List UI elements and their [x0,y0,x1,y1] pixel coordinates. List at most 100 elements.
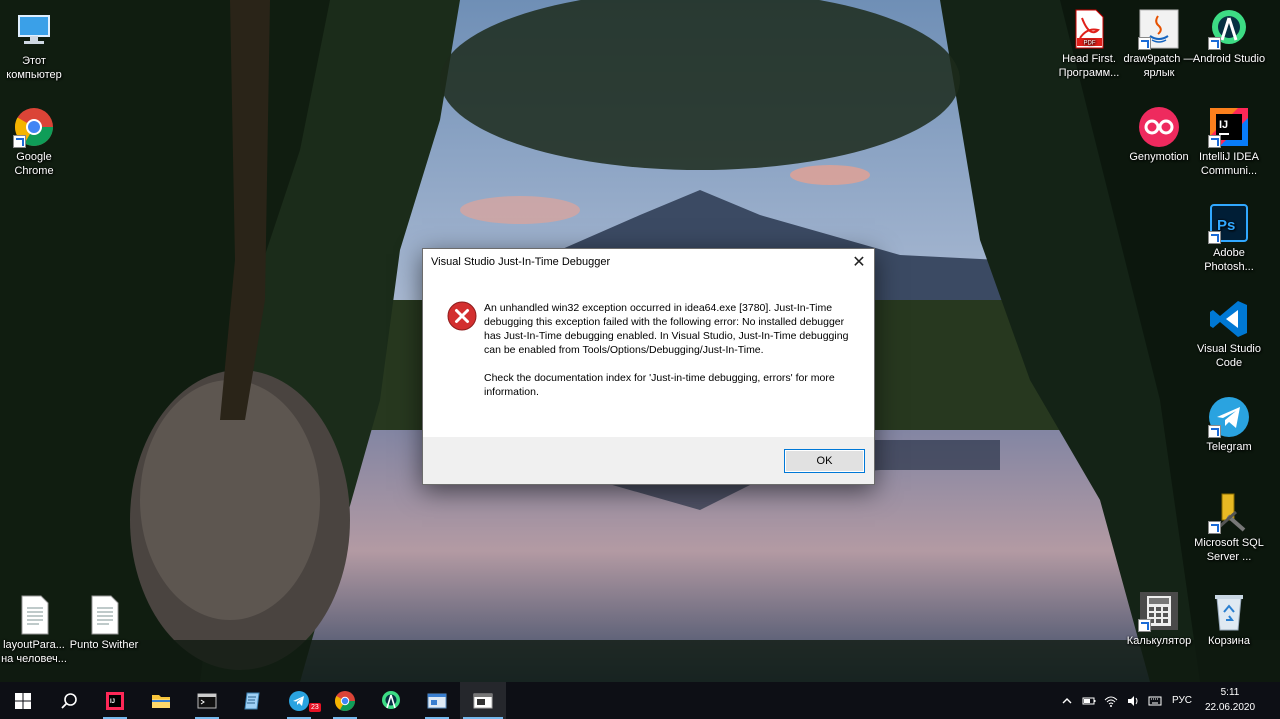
desktop-icon-label: draw9patch — ярлык [1123,53,1195,79]
dialog-body: An unhandled win32 exception occurred in… [423,277,874,437]
this-pc-icon [13,10,55,52]
chrome-icon [335,690,355,711]
desktop-icon-label: Punto Swither [69,639,139,651]
photoshop-icon: Ps [1208,202,1250,244]
jit-debugger-dialog: Visual Studio Just-In-Time Debugger ✕ An… [422,248,875,485]
desktop-icon-head-first-pdf[interactable]: PDF Head First. Программ... [1051,8,1127,80]
shortcut-arrow-icon [1208,425,1221,438]
taskbar-jit-debugger[interactable] [460,682,506,719]
application-window-icon [427,693,447,708]
ok-button[interactable]: OK [784,449,865,473]
dialog-window-icon [473,693,493,708]
shortcut-arrow-icon [13,135,26,148]
shortcut-arrow-icon [1208,37,1221,50]
intellij-icon: IJ [1208,106,1250,148]
shortcut-arrow-icon [1138,619,1151,632]
calculator-icon [1138,590,1180,632]
desktop-icon-telegram[interactable]: Telegram [1191,396,1267,454]
desktop-icon-photoshop[interactable]: Ps Adobe Photosh... [1191,202,1267,274]
java-icon [1138,8,1180,50]
search-button[interactable] [46,682,92,719]
taskbar-command-prompt[interactable] [184,682,230,719]
clock-date: 22.06.2020 [1204,702,1256,713]
svg-text:IJ: IJ [1219,119,1228,131]
battery-icon[interactable] [1082,694,1096,708]
telegram-unread-badge: 23 [309,703,321,712]
intellij-icon: IJ [106,691,124,710]
desktop-icon-android-studio[interactable]: Android Studio [1191,8,1267,66]
telegram-icon [289,690,309,711]
desktop-icon-sql-server[interactable]: Microsoft SQL Server ... [1191,492,1267,564]
desktop-icon-label: Этот компьютер [6,55,62,81]
android-studio-icon [382,690,400,709]
desktop-icon-label: Microsoft SQL Server ... [1194,537,1264,563]
desktop-icon-label: IntelliJ IDEA Communi... [1199,151,1259,177]
desktop-icon-recycle-bin[interactable]: Корзина [1191,590,1267,648]
input-language-indicator[interactable]: РУС [1172,695,1192,706]
document-file-icon [13,594,55,636]
desktop-icon-label: Visual Studio Code [1196,343,1261,369]
taskbar-intellij[interactable]: IJ [92,682,138,719]
chevron-up-icon[interactable] [1060,694,1074,708]
recycle-bin-icon [1208,590,1250,632]
dialog-title: Visual Studio Just-In-Time Debugger [431,256,611,268]
pdf-file-icon: PDF [1068,8,1110,50]
desktop-icon-chrome[interactable]: Google Chrome [0,106,72,178]
volume-icon[interactable] [1126,694,1140,708]
documentation-hint: Check the documentation index for 'Just-… [484,372,835,398]
dialog-titlebar[interactable]: Visual Studio Just-In-Time Debugger ✕ [423,249,874,277]
shortcut-arrow-icon [1138,37,1151,50]
svg-text:PDF: PDF [1084,41,1096,47]
terminal-icon [197,693,217,708]
desktop-icon-label: Калькулятор [1126,635,1192,647]
desktop-icon-genymotion[interactable]: Genymotion [1121,106,1197,164]
error-message: An unhandled win32 exception occurred in… [484,301,854,399]
taskbar-file-explorer[interactable] [138,682,184,719]
desktop-icon-label: Google Chrome [14,151,54,177]
android-studio-icon [1208,8,1250,50]
shortcut-arrow-icon [1208,521,1221,534]
svg-text:IJ: IJ [110,699,115,705]
clock-time: 5:11 [1220,687,1240,698]
taskbar-chrome[interactable] [322,682,368,719]
desktop-icon-label: Head First. Программ... [1058,53,1120,79]
telegram-icon [1208,396,1250,438]
start-button[interactable] [0,682,46,719]
taskbar-notepad[interactable] [230,682,276,719]
network-icon[interactable] [1104,694,1118,708]
taskbar-android-studio[interactable] [368,682,414,719]
desktop-icon-vscode[interactable]: Visual Studio Code [1191,298,1267,370]
shortcut-arrow-icon [1208,231,1221,244]
dialog-footer: OK [423,437,874,484]
desktop-icon-label: Adobe Photosh... [1204,247,1254,273]
windows-logo-icon [15,692,31,709]
shortcut-arrow-icon [1208,135,1221,148]
desktop-icon-label: Telegram [1206,441,1252,453]
close-button[interactable]: ✕ [844,249,874,277]
desktop-icon-label: Android Studio [1192,53,1266,65]
desktop-icon-label: layoutPara... на человеч... [1,639,67,665]
vscode-icon [1208,298,1250,340]
error-icon [447,301,477,331]
keyboard-icon[interactable] [1148,694,1162,708]
taskbar: IJ РУС 5:11 22.06.2020 [0,682,1280,719]
chrome-icon [13,106,55,148]
taskbar-clock[interactable]: 5:11 22.06.2020 [1200,685,1260,715]
desktop-icon-draw9patch[interactable]: draw9patch — ярлык [1121,8,1197,80]
sql-server-icon [1208,492,1250,534]
desktop-icon-layout-file[interactable]: layoutPara... на человеч... [0,594,72,666]
desktop-icon-label: Genymotion [1129,151,1189,163]
desktop-icon-punto-swither[interactable]: Punto Swither [66,594,142,652]
desktop-icon-label: Корзина [1208,635,1250,647]
desktop-icon-this-pc[interactable]: Этот компьютер [0,10,72,82]
desktop-icon-calculator[interactable]: Калькулятор [1121,590,1197,648]
document-file-icon [83,594,125,636]
notepad-icon [244,692,260,709]
system-tray: РУС [1060,682,1192,719]
desktop-icon-intellij-idea[interactable]: IJ IntelliJ IDEA Communi... [1191,106,1267,178]
genymotion-icon [1138,106,1180,148]
error-message-paragraph: An unhandled win32 exception occurred in… [484,302,849,356]
taskbar-window-app[interactable] [414,682,460,719]
taskbar-telegram[interactable] [276,682,322,719]
search-icon [61,692,77,709]
